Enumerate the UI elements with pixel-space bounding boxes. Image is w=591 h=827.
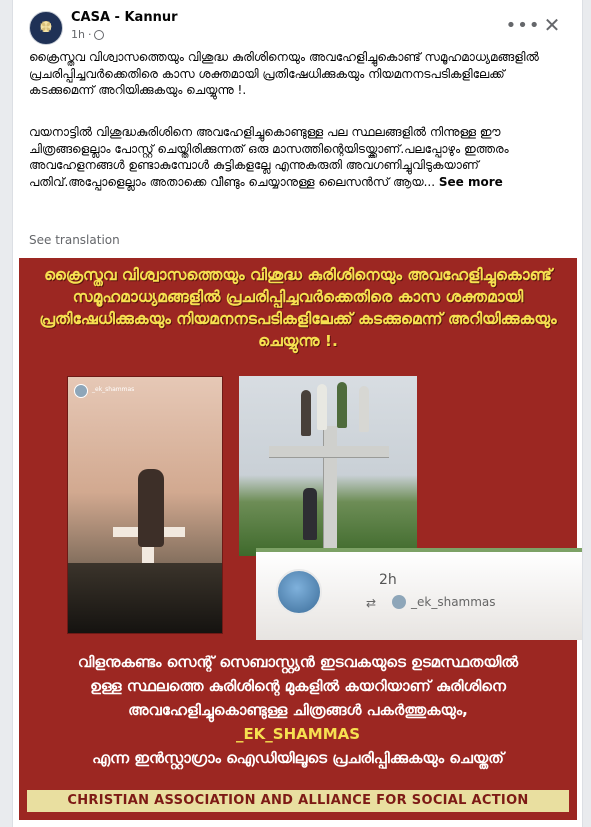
ground <box>68 563 222 633</box>
person-figure <box>359 386 369 432</box>
page-avatar[interactable]: ✠ <box>29 11 63 45</box>
story-username: _ek_shammas <box>411 595 496 609</box>
person-on-cross <box>138 469 164 547</box>
cross-horizontal-beam <box>269 446 389 458</box>
caption-line-2: ഉള്ള സ്ഥലത്തെ കുരിശിന്റെ മുകളിൽ കയറിയാണ്… <box>90 677 506 695</box>
left-photo-username: _ek_shammas <box>92 386 135 393</box>
cross-photo-left: _ek_shammas <box>67 376 223 634</box>
story-avatar <box>74 384 88 398</box>
story-profile-circle <box>276 569 322 615</box>
post-header: ✠ CASA - Kannur 1h · ••• ✕ <box>13 0 582 48</box>
see-translation-link[interactable]: See translation <box>29 233 120 247</box>
post-paragraph-2: വയനാട്ടിൽ വിശുദ്ധകുരിശിനെ അവഹേളിച്ചുകൊണ്… <box>29 124 569 190</box>
caption-line-3: അവഹേളിച്ചുകൊണ്ടുള്ള ചിത്രങ്ങൾ പകർത്തുകയു… <box>128 701 468 719</box>
post-paragraph-2-text: വയനാട്ടിൽ വിശുദ്ധകുരിശിനെ അവഹേളിച്ചുകൊണ്… <box>29 125 509 189</box>
more-options-icon[interactable]: ••• <box>506 12 540 38</box>
caption-line-4: എന്ന ഇൻസ്റ്റാഗ്രാം ഐഡിയിലൂടെ പ്രചരിപ്പിക… <box>92 749 504 767</box>
caption-line-1: വിളനുകണ്ടം സെന്റ് സെബാസ്റ്റ്യൻ ഇടവകയുടെ … <box>77 653 519 671</box>
close-icon[interactable]: ✕ <box>539 12 565 38</box>
person-figure <box>337 382 347 428</box>
post-image[interactable]: ക്രൈസ്തവ വിശ്വാസത്തെയും വിശുദ്ധ കുരിശിനെ… <box>19 258 582 820</box>
story-mini-avatar <box>392 595 406 609</box>
page-name-link[interactable]: CASA - Kannur <box>71 10 178 25</box>
post-meta: 1h · <box>71 28 105 41</box>
story-time: 2h <box>379 572 397 588</box>
caption-handle: _EK_SHAMMAS <box>235 725 361 743</box>
person-figure <box>301 390 311 436</box>
repost-icon: ⇄ <box>366 596 377 610</box>
image-caption: വിളനുകണ്ടം സെന്റ് സെബാസ്റ്റ്യൻ ഇടവകയുടെ … <box>23 650 573 770</box>
post-paragraph-1: ക്രൈസ്തവ വിശ്വാസത്തെയും വിശുദ്ധ കുരിശിനെ… <box>29 50 539 97</box>
see-more-link[interactable]: See more <box>439 175 503 189</box>
image-footer-banner: CHRISTIAN ASSOCIATION AND ALLIANCE FOR S… <box>27 790 569 812</box>
cross-photo-right <box>239 376 417 556</box>
person-figure <box>303 488 317 540</box>
person-figure <box>317 384 327 430</box>
image-heading: ക്രൈസ്തവ വിശ്വാസത്തെയും വിശുദ്ധ കുരിശിനെ… <box>39 266 557 350</box>
post-card: ✠ CASA - Kannur 1h · ••• ✕ ക്രൈസ്തവ വിശ്… <box>12 0 583 827</box>
post-time[interactable]: 1h <box>71 28 85 41</box>
story-screenshot: 2h ⇄ _ek_shammas <box>256 548 582 640</box>
globe-icon <box>94 29 105 40</box>
